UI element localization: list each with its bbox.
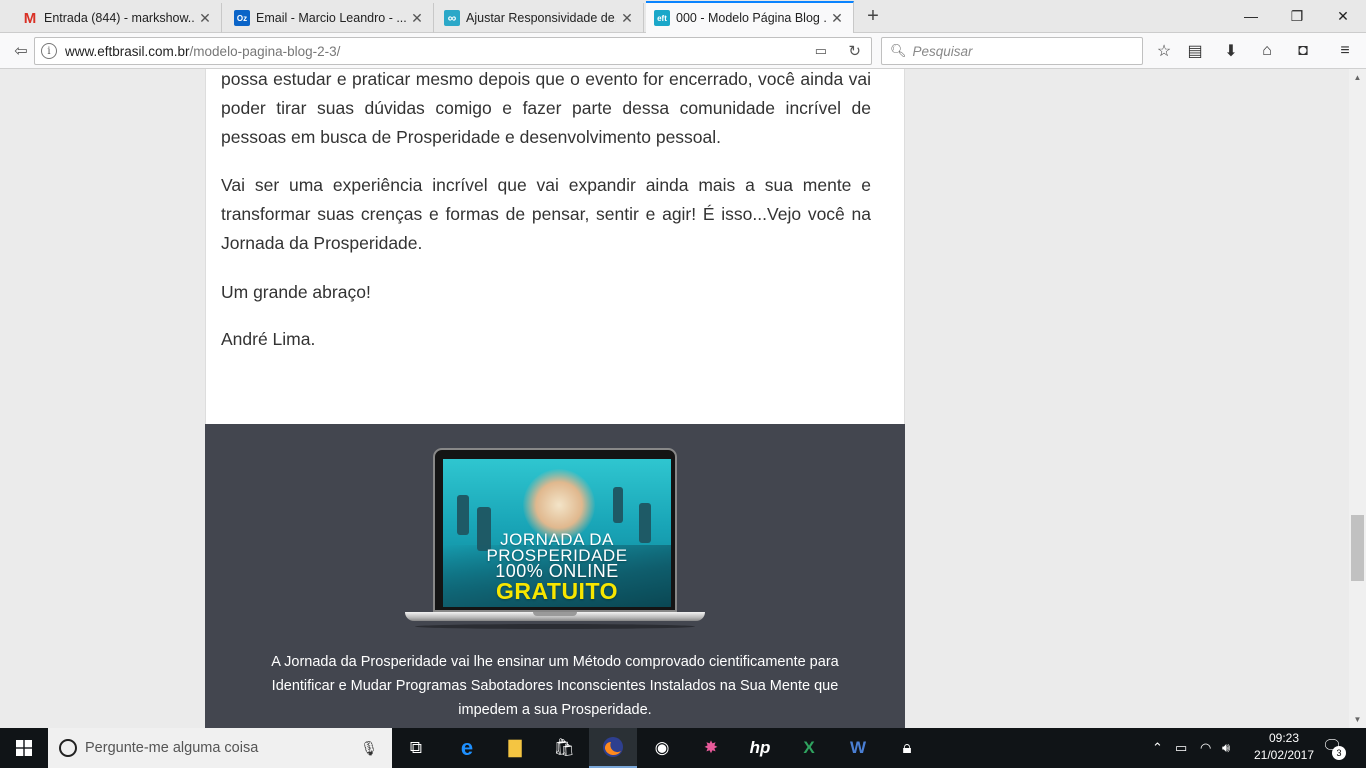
scroll-up-arrow-icon[interactable]: ▲ [1349, 69, 1366, 86]
article-paragraph: Um grande abraço! [221, 282, 371, 302]
laptop-image: JORNADA DA PROSPERIDADE 100% ONLINE GRAT… [405, 448, 705, 630]
action-center-icon[interactable]: 🗨︎ 3 [1322, 736, 1346, 760]
search-input[interactable]: 🔍︎ Pesquisar [881, 37, 1143, 65]
back-arrow-icon[interactable]: ⇦ [8, 38, 34, 64]
article-body: possa estudar e praticar mesmo depois qu… [205, 69, 905, 424]
store-icon[interactable]: 🛍︎ [540, 728, 588, 768]
windows-logo-icon [16, 740, 32, 756]
page-scrollbar[interactable]: ▲ ▼ [1349, 69, 1366, 728]
eft-icon: eft [654, 10, 670, 26]
tab-gmail[interactable]: M Entrada (844) - markshow... ✕ [14, 3, 222, 33]
site-icon: ∞ [444, 10, 460, 26]
tab-responsividade[interactable]: ∞ Ajustar Responsividade de... ✕ [436, 3, 644, 33]
tab-title: Ajustar Responsividade de... [466, 11, 616, 25]
close-window-button[interactable]: ✕ [1320, 0, 1366, 32]
edge-icon[interactable]: e [443, 728, 491, 768]
article-signature: André Lima. [221, 329, 316, 349]
new-tab-button[interactable]: + [862, 5, 884, 28]
wifi-icon[interactable]: ◠ [1200, 728, 1211, 768]
tab-outlook[interactable]: Oz Email - Marcio Leandro - ... ✕ [226, 3, 434, 33]
search-icon: 🔍︎ [890, 43, 907, 58]
close-tab-icon[interactable]: ✕ [829, 10, 845, 27]
laptop-screen-frame: JORNADA DA PROSPERIDADE 100% ONLINE GRAT… [433, 448, 677, 612]
laptop-base [405, 612, 705, 621]
site-info-icon[interactable]: i [41, 43, 57, 59]
tab-title: Entrada (844) - markshow... [44, 11, 194, 25]
firefox-icon[interactable] [589, 728, 637, 768]
tab-strip: M Entrada (844) - markshow... ✕ Oz Email… [0, 0, 1366, 33]
color-app-icon[interactable]: ✸ [687, 728, 735, 768]
gmail-icon: M [23, 9, 37, 27]
article-paragraph: Vai ser uma experiência incrível que vai… [221, 175, 871, 253]
reader-mode-icon[interactable]: ▭ [815, 43, 827, 59]
hiker-figure [457, 495, 469, 535]
cortana-search-box[interactable]: Pergunte-me alguma coisa 🎙︎ [48, 728, 392, 768]
reload-icon[interactable]: ↻ [848, 42, 861, 60]
scrollbar-thumb[interactable] [1351, 515, 1364, 581]
excel-icon[interactable]: X [785, 728, 833, 768]
home-icon[interactable]: ⌂ [1256, 40, 1278, 62]
close-tab-icon[interactable]: ✕ [409, 10, 425, 27]
notification-badge: 3 [1332, 746, 1346, 760]
promo-description: A Jornada da Prosperidade vai lhe ensina… [271, 654, 839, 718]
tab-modelo-blog[interactable]: eft 000 - Modelo Página Blog ... ✕ [646, 1, 854, 33]
windows-start-button[interactable] [0, 728, 48, 768]
hp-icon[interactable]: hp [736, 728, 784, 768]
webcam-app-icon[interactable]: ◉ [638, 728, 686, 768]
cortana-icon [59, 739, 77, 757]
battery-icon[interactable]: ▭ [1175, 728, 1187, 768]
menu-icon[interactable]: ≡ [1334, 40, 1356, 62]
clock-date: 21/02/2017 [1253, 748, 1315, 762]
search-placeholder: Pesquisar [912, 43, 973, 59]
navigation-bar: ⇦ i www.eftbrasil.com.br/modelo-pagina-b… [0, 33, 1366, 69]
microphone-icon[interactable]: 🎙︎ [360, 740, 378, 757]
library-icon[interactable]: ▤ [1184, 40, 1206, 62]
laptop-shadow [415, 624, 695, 629]
outlook-icon: Oz [234, 10, 250, 26]
show-hidden-icons[interactable]: ⌃ [1152, 728, 1163, 768]
article-paragraph: possa estudar e praticar mesmo depois qu… [221, 69, 871, 147]
volume-icon[interactable]: 🔊︎ [1222, 728, 1230, 768]
url-host: www.eftbrasil.com.br [65, 43, 190, 59]
close-tab-icon[interactable]: ✕ [197, 10, 213, 27]
cortana-placeholder: Pergunte-me alguma coisa [85, 740, 259, 756]
laptop-screen: JORNADA DA PROSPERIDADE 100% ONLINE GRAT… [443, 459, 671, 607]
pocket-icon[interactable]: ◘ [1292, 40, 1314, 62]
url-bar[interactable]: i www.eftbrasil.com.br/modelo-pagina-blo… [34, 37, 872, 65]
tab-title: 000 - Modelo Página Blog ... [676, 11, 826, 25]
scroll-down-arrow-icon[interactable]: ▼ [1349, 711, 1366, 728]
minimize-button[interactable]: — [1228, 0, 1274, 32]
download-icon[interactable]: ⬇ [1220, 40, 1242, 62]
restore-button[interactable]: ❐ [1274, 0, 1320, 32]
promo-banner: JORNADA DA PROSPERIDADE 100% ONLINE GRAT… [205, 424, 905, 728]
hiker-figure [613, 487, 623, 523]
bookmark-star-icon[interactable]: ☆ [1153, 40, 1175, 62]
screen-title-gratuito: GRATUITO [496, 578, 618, 604]
file-explorer-icon[interactable]: ▇ [491, 728, 539, 768]
windows-taskbar: Pergunte-me alguma coisa 🎙︎ ⧉ e ▇ 🛍︎ ◉ ✸… [0, 728, 1366, 768]
url-path: /modelo-pagina-blog-2-3/ [189, 43, 341, 59]
task-view-icon[interactable]: ⧉ [392, 728, 440, 768]
clock-time: 09:23 [1268, 731, 1300, 745]
tab-title: Email - Marcio Leandro - ... [256, 11, 406, 25]
vpn-lock-icon[interactable]: 🔒︎ [883, 728, 931, 768]
close-tab-icon[interactable]: ✕ [619, 10, 635, 27]
word-icon[interactable]: W [834, 728, 882, 768]
page-viewport: possa estudar e praticar mesmo depois qu… [0, 69, 1349, 728]
system-clock[interactable]: 09:23 21/02/2017 [1248, 730, 1320, 764]
